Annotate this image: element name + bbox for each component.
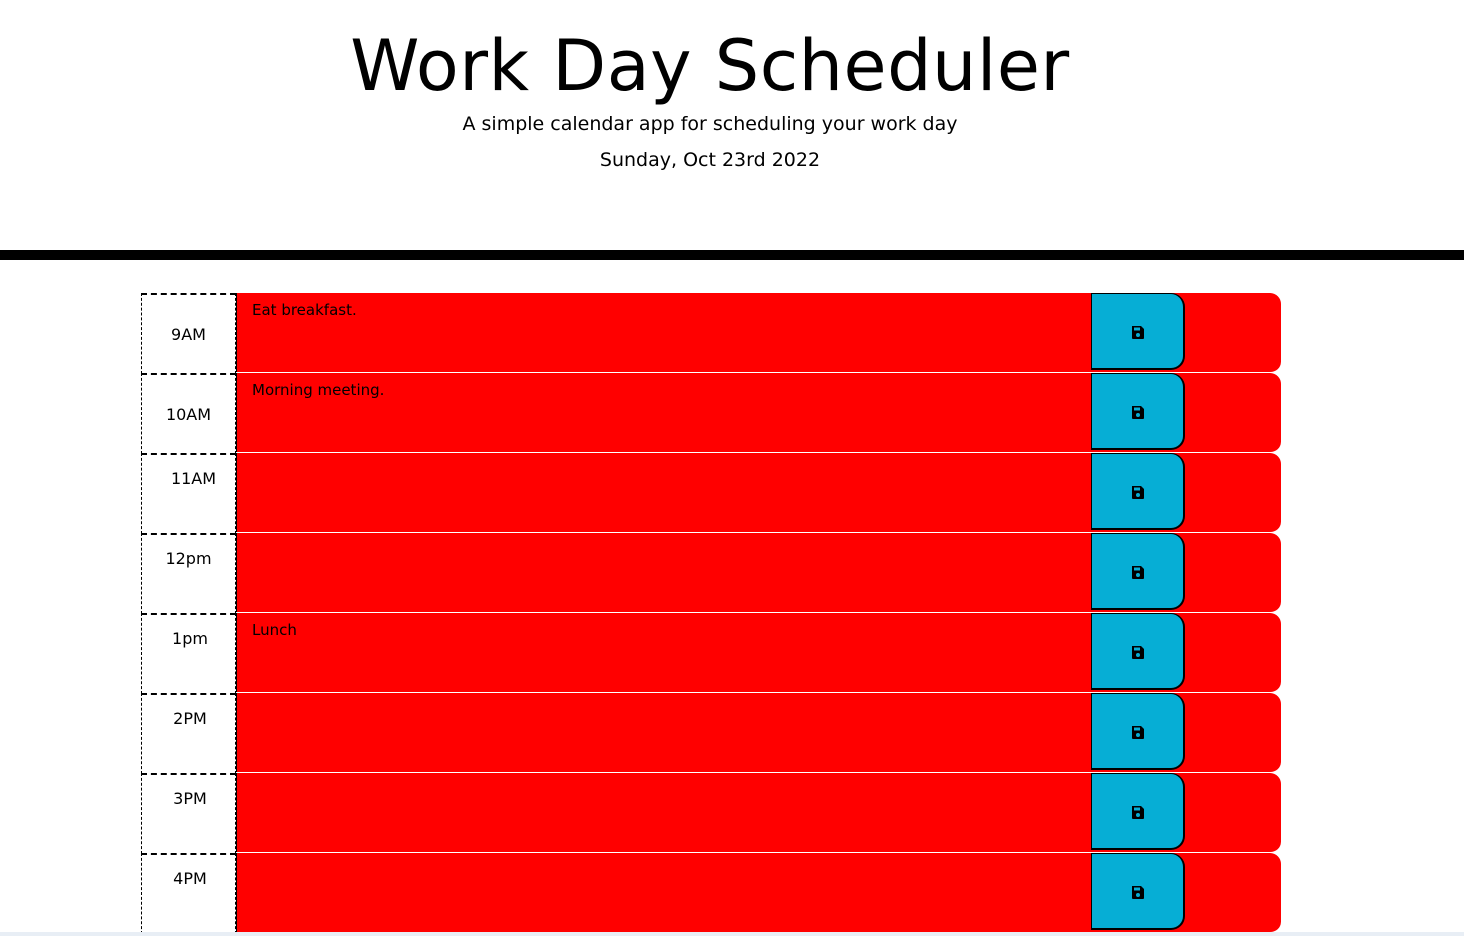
time-block-list: 9AM Eat breakfast. 10AM Morning meeting.…	[141, 293, 1281, 934]
event-description-input[interactable]	[236, 693, 1091, 772]
save-button[interactable]	[1091, 693, 1185, 770]
save-icon	[1132, 886, 1144, 899]
event-description-input[interactable]: Morning meeting.	[236, 373, 1091, 452]
time-block: 12pm	[141, 533, 1281, 614]
hour-text: 9AM	[171, 325, 206, 344]
hour-label: 1pm	[141, 613, 236, 694]
event-description-input[interactable]: Eat breakfast.	[236, 293, 1091, 372]
save-button[interactable]	[1091, 853, 1185, 930]
save-button[interactable]	[1091, 453, 1185, 530]
time-block-body: Eat breakfast.	[236, 293, 1281, 373]
header-divider	[0, 250, 1464, 260]
event-description-input[interactable]	[236, 453, 1091, 532]
hour-text: 2PM	[173, 709, 207, 728]
current-day: Sunday, Oct 23rd 2022	[599, 149, 821, 171]
page-title: Work Day Scheduler	[350, 25, 1070, 107]
time-block: 4PM	[141, 853, 1281, 934]
hour-text: 12pm	[165, 549, 212, 568]
jumbotron-header: Work Day Scheduler A simple calendar app…	[0, 0, 1464, 250]
time-block: 1pm Lunch	[141, 613, 1281, 694]
time-block-body	[236, 453, 1281, 533]
hour-text: 11AM	[170, 469, 217, 488]
time-block-body	[236, 853, 1281, 933]
save-icon	[1132, 486, 1144, 499]
hour-label: 11AM	[141, 453, 236, 534]
save-button[interactable]	[1091, 293, 1185, 370]
time-block-body: Morning meeting.	[236, 373, 1281, 453]
event-description-input[interactable]	[236, 533, 1091, 612]
time-block: 11AM	[141, 453, 1281, 534]
hour-label: 3PM	[141, 773, 236, 854]
save-icon	[1132, 726, 1144, 739]
save-icon	[1132, 326, 1144, 339]
hour-label: 10AM	[141, 373, 236, 454]
time-block: 9AM Eat breakfast.	[141, 293, 1281, 374]
viewport-edge	[0, 932, 1464, 936]
hour-label: 9AM	[141, 293, 236, 374]
time-block-body	[236, 533, 1281, 613]
save-icon	[1132, 406, 1144, 419]
hour-text: 10AM	[165, 405, 212, 424]
time-block: 3PM	[141, 773, 1281, 854]
save-button[interactable]	[1091, 773, 1185, 850]
time-block-body	[236, 693, 1281, 773]
time-block-body	[236, 773, 1281, 853]
save-button[interactable]	[1091, 613, 1185, 690]
event-description-input[interactable]: Lunch	[236, 613, 1091, 692]
time-block: 10AM Morning meeting.	[141, 373, 1281, 454]
hour-label: 4PM	[141, 853, 236, 934]
hour-text: 3PM	[173, 789, 207, 808]
save-icon	[1132, 566, 1144, 579]
event-description-input[interactable]	[236, 853, 1091, 932]
time-block-body: Lunch	[236, 613, 1281, 693]
hour-text: 4PM	[173, 869, 207, 888]
hour-label: 12pm	[141, 533, 236, 614]
time-block: 2PM	[141, 693, 1281, 774]
event-description-input[interactable]	[236, 773, 1091, 852]
save-icon	[1132, 646, 1144, 659]
save-button[interactable]	[1091, 373, 1185, 450]
save-icon	[1132, 806, 1144, 819]
save-button[interactable]	[1091, 533, 1185, 610]
hour-text: 1pm	[172, 629, 208, 648]
hour-label: 2PM	[141, 693, 236, 774]
page-subtitle: A simple calendar app for scheduling you…	[462, 113, 958, 135]
